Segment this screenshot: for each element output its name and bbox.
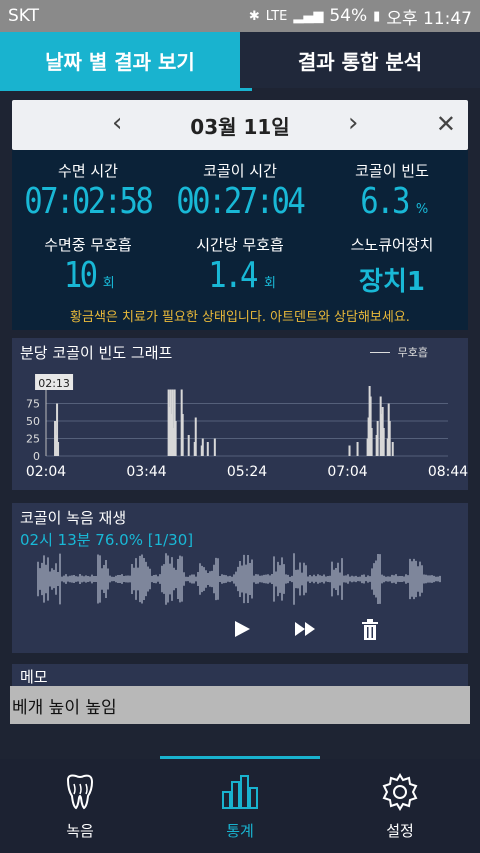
bluetooth-icon: ✱	[248, 8, 260, 24]
snore-time-label: 코골이 시간	[203, 162, 277, 180]
apnea-per-hour-unit: 회	[264, 276, 276, 291]
chart-bar	[187, 435, 190, 456]
chart-bar	[348, 445, 351, 456]
lte-label: LTE	[265, 8, 288, 24]
apnea-unit: 회	[102, 276, 115, 291]
nav-stats[interactable]: 통계	[160, 759, 320, 853]
y-tick-label: 25	[26, 433, 40, 446]
current-date: 03월 11일	[190, 114, 290, 139]
snore-time-value: 00:27:04	[176, 181, 307, 222]
status-bar: SKT ✱ LTE ▂▄▆ 54% ▮ 오후 11:47	[0, 0, 480, 32]
chart-bar	[194, 417, 197, 456]
apnea-stat: 수면중 무호흡 10 회	[12, 234, 164, 296]
chart-bar	[206, 442, 209, 456]
snore-frequency-label: 코골이 빈도	[355, 162, 429, 180]
date-bar: ‹ 03월 11일 › ✕	[12, 100, 468, 150]
snore-frequency-graph-panel: 분당 코골이 빈도 그래프 무호흡 0 25 50 75 02:04 03:44 05:2…	[12, 338, 468, 490]
nav-settings-label: 설정	[386, 821, 414, 840]
bottom-nav: 녹음 통계 설정	[0, 759, 480, 853]
snore-time-stat: 코골이 시간 00:27:04	[164, 160, 316, 222]
chart-bar	[201, 438, 204, 456]
snore-frequency-unit: %	[415, 202, 429, 217]
tooth-icon	[66, 774, 94, 809]
snore-recording-panel: 코골이 녹음 재생 02시 13분 76.0% [1/30]	[12, 503, 468, 653]
tab-indicator	[0, 88, 252, 91]
nav-record-label: 녹음	[66, 821, 94, 840]
x-tick-label: 08:44	[428, 464, 468, 480]
playback-controls	[12, 619, 468, 649]
device-label: 스노큐어장치	[350, 236, 434, 254]
close-button[interactable]: ✕	[436, 110, 456, 138]
gear-icon	[382, 772, 418, 811]
next-date-button[interactable]: ›	[348, 108, 358, 138]
battery-percent: 54%	[329, 6, 368, 26]
y-tick-label: 50	[26, 415, 40, 428]
sleep-time-label: 수면 시간	[58, 162, 118, 180]
apnea-per-hour-value: 1.4	[208, 255, 258, 296]
chart-tooltip-label: 02:13	[38, 377, 70, 390]
treatment-notice: 황금색은 치료가 필요한 상태입니다. 아트덴트와 상담해보세요.	[70, 310, 410, 325]
memo-title: 메모	[20, 668, 48, 686]
chart-bar	[388, 421, 391, 456]
sleep-time-value: 07:02:58	[24, 181, 155, 222]
chart-bar	[57, 442, 60, 456]
tab-combined-analysis[interactable]: 결과 통합 분석	[240, 32, 480, 88]
chart-bar	[391, 442, 394, 456]
nav-stats-label: 통계	[226, 821, 254, 840]
x-tick-label: 03:44	[126, 464, 166, 480]
apnea-value: 10	[64, 255, 98, 296]
chart-bar	[174, 421, 177, 456]
waveform[interactable]	[12, 551, 468, 611]
recording-info: 02시 13분 76.0% [1/30]	[20, 531, 194, 549]
chart-bar	[213, 438, 216, 456]
x-tick-label: 05:24	[227, 464, 267, 480]
nav-settings[interactable]: 설정	[320, 759, 480, 853]
stats-panel: 수면 시간 07:02:58 코골이 시간 00:27:04 코골이 빈도 6.…	[12, 150, 468, 330]
snore-frequency-stat: 코골이 빈도 6.3%	[316, 160, 468, 222]
device-stat: 스노큐어장치 장치1	[316, 234, 468, 298]
nav-record[interactable]: 녹음	[0, 759, 160, 853]
sleep-time-stat: 수면 시간 07:02:58	[12, 160, 164, 222]
prev-date-button[interactable]: ‹	[112, 108, 122, 138]
x-tick-label: 07:04	[327, 464, 367, 480]
device-value[interactable]: 장치1	[359, 261, 425, 298]
battery-icon: ▮	[373, 8, 381, 24]
chart-bar	[370, 428, 373, 456]
play-icon[interactable]	[232, 619, 252, 644]
fast-forward-icon[interactable]	[294, 619, 318, 644]
x-tick-label: 02:04	[26, 464, 66, 480]
carrier-label: SKT	[8, 6, 40, 26]
apnea-per-hour-label: 시간당 무호흡	[196, 236, 284, 254]
trash-icon[interactable]	[360, 619, 380, 646]
chart-bar	[382, 428, 385, 456]
apnea-label: 수면중 무호흡	[44, 236, 132, 254]
chart-bar	[356, 442, 359, 456]
snore-frequency-chart[interactable]: 0 25 50 75 02:04 03:44 05:24 07:04 08:44 02:13	[12, 338, 468, 490]
clock: 오후 11:47	[386, 8, 472, 29]
bar-chart-icon	[222, 774, 258, 809]
y-tick-label: 0	[33, 450, 40, 463]
tab-date-results[interactable]: 날짜 별 결과 보기	[0, 32, 240, 88]
signal-icon: ▂▄▆	[293, 8, 324, 24]
snore-frequency-value: 6.3	[359, 181, 410, 222]
chart-bar	[376, 421, 379, 456]
top-tabs: 날짜 별 결과 보기 결과 통합 분석	[0, 32, 480, 88]
y-tick-label: 75	[26, 398, 40, 411]
memo-text[interactable]: 베개 높이 높임	[10, 686, 470, 724]
chart-bar	[181, 414, 184, 456]
apnea-per-hour-stat: 시간당 무호흡 1.4 회	[164, 234, 316, 296]
recording-title: 코골이 녹음 재생	[20, 509, 127, 527]
